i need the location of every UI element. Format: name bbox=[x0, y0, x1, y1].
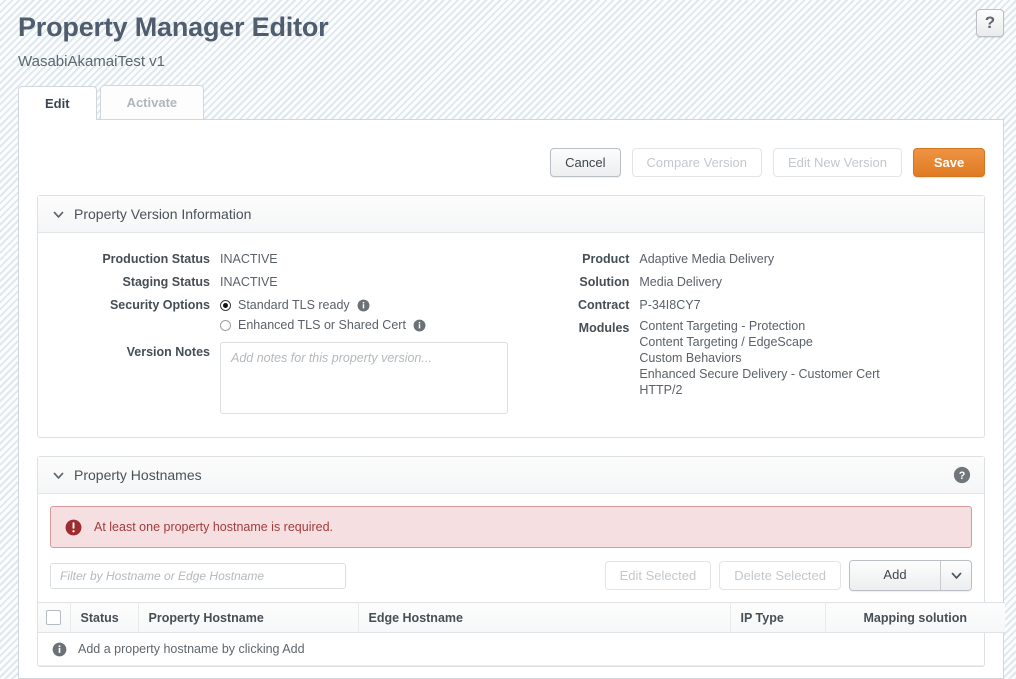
column-mapping-solution[interactable]: Mapping solution bbox=[825, 602, 1005, 633]
staging-status-row: Staging Status INACTIVE bbox=[38, 272, 539, 292]
help-circle-icon[interactable]: ? bbox=[953, 466, 971, 484]
page-header: Property Manager Editor WasabiAkamaiTest… bbox=[0, 0, 1016, 71]
production-status-row: Production Status INACTIVE bbox=[38, 249, 539, 269]
module-item: HTTP/2 bbox=[639, 383, 683, 397]
empty-state-message: Add a property hostname by clicking Add bbox=[78, 642, 305, 656]
info-icon[interactable] bbox=[413, 319, 426, 332]
product-row: Product Adaptive Media Delivery bbox=[539, 249, 984, 269]
select-all-checkbox[interactable] bbox=[46, 610, 62, 626]
column-select-all bbox=[38, 602, 71, 633]
radio-standard-tls-label: Standard TLS ready bbox=[238, 298, 350, 312]
column-edge-hostname[interactable]: Edge Hostname bbox=[358, 602, 731, 633]
modules-label: Modules bbox=[578, 321, 630, 335]
hostname-required-error: At least one property hostname is requir… bbox=[50, 506, 972, 548]
edit-selected-button: Edit Selected bbox=[604, 561, 712, 590]
security-option-standard-tls[interactable]: Standard TLS ready bbox=[220, 295, 426, 315]
panel-title-hostnames: Property Hostnames bbox=[74, 467, 202, 483]
contract-value: P-34I8CY7 bbox=[639, 298, 701, 312]
security-options-row: Security Options Standard TLS ready Enha… bbox=[38, 295, 539, 335]
module-item: Custom Behaviors bbox=[639, 351, 742, 365]
panel-header-version-info[interactable]: Property Version Information bbox=[38, 196, 984, 233]
staging-status-value: INACTIVE bbox=[220, 275, 278, 289]
add-button[interactable]: Add bbox=[850, 561, 940, 590]
module-item: Content Targeting - Protection bbox=[639, 319, 806, 333]
staging-status-label: Staging Status bbox=[122, 275, 210, 289]
property-version-information-panel: Property Version Information Production … bbox=[37, 195, 985, 438]
radio-standard-tls[interactable] bbox=[220, 299, 231, 311]
cancel-button[interactable]: Cancel bbox=[550, 148, 621, 177]
security-option-enhanced-tls[interactable]: Enhanced TLS or Shared Cert bbox=[220, 315, 426, 335]
product-value: Adaptive Media Delivery bbox=[639, 252, 775, 266]
info-icon bbox=[52, 642, 67, 656]
version-notes-row: Version Notes bbox=[38, 342, 539, 414]
hostname-filter-input[interactable] bbox=[50, 562, 346, 589]
version-notes-label: Version Notes bbox=[126, 345, 210, 359]
compare-version-button: Compare Version bbox=[631, 148, 762, 177]
property-hostnames-panel: Property Hostnames ? At least one proper… bbox=[37, 456, 1005, 667]
tab-edit-label: Edit bbox=[45, 96, 70, 111]
hostnames-table-head: Status Property Hostname Edge Hostname I… bbox=[38, 602, 1005, 633]
svg-text:?: ? bbox=[959, 470, 966, 482]
info-icon[interactable] bbox=[357, 299, 370, 312]
version-info-right-column: Product Adaptive Media Delivery Solution… bbox=[539, 249, 984, 417]
hostnames-empty-state: Add a property hostname by clicking Add bbox=[38, 633, 984, 666]
hostnames-table: Status Property Hostname Edge Hostname I… bbox=[38, 602, 1005, 633]
add-dropdown-toggle[interactable] bbox=[940, 561, 971, 590]
solution-label: Solution bbox=[579, 275, 630, 289]
product-label: Product bbox=[582, 252, 630, 266]
solution-value: Media Delivery bbox=[639, 275, 723, 289]
production-status-value: INACTIVE bbox=[220, 252, 278, 266]
add-hostname-split-button: Add bbox=[849, 560, 972, 591]
editor-card: Cancel Compare Version Edit New Version … bbox=[18, 119, 1005, 679]
version-info-body: Production Status INACTIVE Staging Statu… bbox=[38, 233, 984, 437]
tab-activate-label: Activate bbox=[126, 95, 178, 110]
chevron-down-icon bbox=[53, 472, 64, 479]
tab-edit[interactable]: Edit bbox=[18, 86, 97, 120]
error-exclamation-icon bbox=[65, 519, 82, 535]
production-status-label: Production Status bbox=[102, 252, 210, 266]
solution-row: Solution Media Delivery bbox=[539, 272, 984, 292]
tab-activate[interactable]: Activate bbox=[99, 85, 205, 119]
module-item: Content Targeting / EdgeScape bbox=[639, 335, 813, 349]
column-status[interactable]: Status bbox=[70, 602, 139, 633]
version-info-left-column: Production Status INACTIVE Staging Statu… bbox=[38, 249, 539, 417]
modules-row: Modules Content Targeting - Protection C… bbox=[539, 318, 984, 398]
page-title: Property Manager Editor bbox=[18, 12, 329, 42]
delete-selected-button: Delete Selected bbox=[719, 561, 841, 590]
radio-enhanced-tls-label: Enhanced TLS or Shared Cert bbox=[238, 318, 406, 332]
radio-enhanced-tls[interactable] bbox=[220, 319, 231, 331]
hostnames-buttons: Edit Selected Delete Selected Add bbox=[604, 560, 972, 591]
contract-row: Contract P-34I8CY7 bbox=[539, 295, 984, 315]
help-button[interactable]: ? bbox=[976, 9, 1004, 37]
table-header-row: Status Property Hostname Edge Hostname I… bbox=[38, 602, 1005, 633]
action-toolbar: Cancel Compare Version Edit New Version … bbox=[19, 120, 1003, 177]
page-subtitle: WasabiAkamaiTest v1 bbox=[18, 53, 165, 70]
version-notes-input[interactable] bbox=[220, 342, 508, 414]
column-property-hostname[interactable]: Property Hostname bbox=[138, 602, 359, 633]
panel-title-version-info: Property Version Information bbox=[74, 206, 252, 222]
column-ip-type[interactable]: IP Type bbox=[730, 602, 826, 633]
panel-header-hostnames[interactable]: Property Hostnames ? bbox=[38, 457, 984, 494]
chevron-down-icon bbox=[951, 572, 961, 579]
module-item: Enhanced Secure Delivery - Customer Cert bbox=[639, 367, 880, 381]
edit-new-version-button: Edit New Version bbox=[773, 148, 902, 177]
hostnames-action-row: Edit Selected Delete Selected Add bbox=[38, 548, 984, 602]
modules-value-list: Content Targeting - Protection Content T… bbox=[639, 318, 879, 398]
tab-bar: Edit Activate bbox=[18, 85, 1016, 120]
question-mark-icon: ? bbox=[984, 13, 996, 32]
chevron-down-icon bbox=[53, 211, 64, 218]
security-options-group: Standard TLS ready Enhanced TLS or Share… bbox=[220, 295, 426, 335]
error-message: At least one property hostname is requir… bbox=[94, 520, 334, 534]
save-button[interactable]: Save bbox=[913, 148, 985, 177]
contract-label: Contract bbox=[577, 298, 630, 312]
security-options-label: Security Options bbox=[109, 298, 210, 312]
